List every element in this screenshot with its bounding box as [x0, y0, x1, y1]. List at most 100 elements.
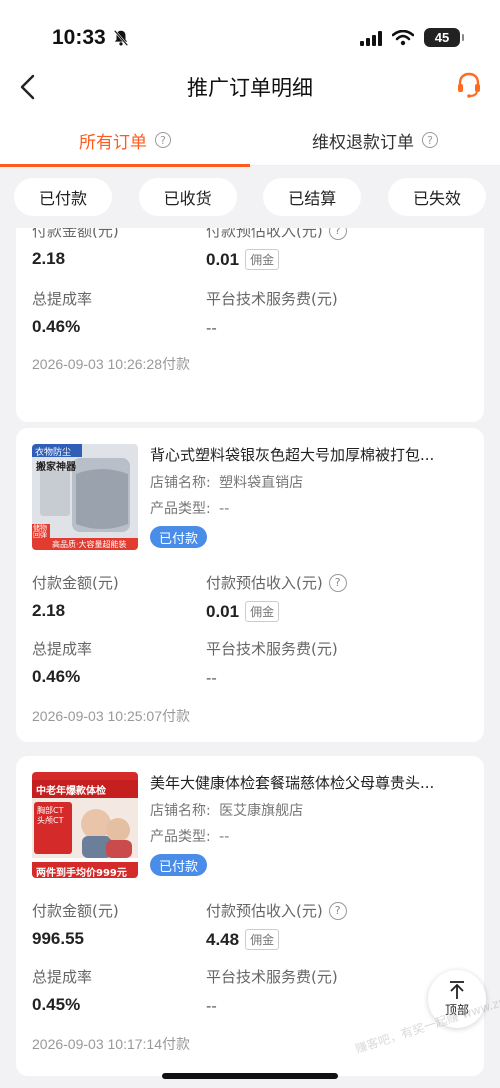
service-fee-label: 平台技术服务费(元): [206, 290, 338, 308]
customer-service-icon[interactable]: [454, 70, 484, 100]
battery-icon: 45: [424, 28, 464, 47]
service-fee-field: 平台技术服务费(元) --: [206, 638, 338, 687]
order-timestamp: 2026-09-03 10:26:28付款: [32, 356, 190, 372]
tab-label: 维权退款订单: [312, 132, 414, 153]
type-label: 产品类型:: [150, 829, 211, 845]
est-income-value: 4.48 佣金: [206, 929, 347, 950]
service-fee-value: --: [206, 319, 217, 337]
status-badge: 已付款: [150, 526, 208, 548]
image-caption-side: 储物 回弹: [33, 524, 47, 539]
image-caption-bottom: 两件到手均价999元: [36, 868, 127, 878]
commission-rate-label: 总提成率: [32, 290, 93, 308]
order-timestamp: 2026-09-03 10:17:14付款: [32, 1036, 190, 1052]
est-income-value: 0.01 佣金: [206, 601, 347, 622]
page-title: 推广订单明细: [187, 76, 313, 100]
type-value: --: [219, 829, 230, 845]
help-icon[interactable]: ?: [328, 228, 347, 240]
order-list[interactable]: 付款金额(元) 2.18 付款预估收入(元) ? 0.01 佣金 总提成率 0.…: [0, 228, 500, 1088]
wifi-icon: [392, 29, 414, 45]
service-fee-field: 平台技术服务费(元) --: [206, 288, 338, 337]
image-caption-items: 胸部CT 头颅CT: [37, 806, 64, 825]
product-title[interactable]: 美年大健康体检套餐瑞慈体检父母尊贵头...: [150, 772, 470, 793]
product-type: 产品类型: --: [150, 498, 229, 518]
help-icon[interactable]: ?: [328, 901, 347, 920]
est-income-field: 付款预估收入(元) ? 4.48 佣金: [206, 900, 347, 950]
commission-rate-value: 0.46%: [32, 667, 81, 686]
filter-paid[interactable]: 已付款: [14, 178, 112, 216]
shop-label: 店铺名称:: [150, 475, 211, 491]
service-fee-label: 平台技术服务费(元): [206, 968, 338, 986]
pay-amount-value: 2.18: [32, 249, 66, 268]
pay-amount-field: 付款金额(元) 996.55: [32, 900, 119, 949]
est-income-label-text: 付款预估收入(元): [206, 228, 323, 240]
est-income-value: 0.01 佣金: [206, 249, 347, 270]
commission-rate-value: 0.46%: [32, 317, 81, 336]
commission-tag: 佣金: [245, 601, 280, 622]
nav-bar: 推广订单明细: [0, 62, 500, 114]
shop-value: 塑料袋直销店: [219, 475, 304, 491]
est-income-label: 付款预估收入(元) ?: [206, 572, 347, 593]
pay-amount-label: 付款金额(元): [32, 228, 119, 240]
est-income-field: 付款预估收入(元) ? 0.01 佣金: [206, 228, 347, 270]
image-caption-top: 衣物防尘: [35, 448, 72, 458]
service-fee-value: --: [206, 997, 217, 1015]
est-income-amount: 0.01: [206, 601, 240, 621]
est-income-label: 付款预估收入(元) ?: [206, 900, 347, 921]
filter-invalid[interactable]: 已失效: [387, 178, 486, 216]
commission-rate-field: 总提成率 0.46%: [32, 288, 92, 337]
commission-rate-label: 总提成率: [32, 968, 93, 986]
product-image[interactable]: 衣物防尘 搬家神器 储物 回弹 高品质·大容量超能装: [32, 444, 138, 550]
bell-muted-icon: [113, 30, 129, 46]
commission-rate-field: 总提成率 0.45%: [32, 966, 92, 1015]
order-tabs: 所有订单 ? 维权退款订单 ?: [0, 114, 500, 167]
product-title[interactable]: 背心式塑料袋银灰色超大号加厚棉被打包...: [150, 444, 470, 465]
product-image[interactable]: 中老年爆款体检 胸部CT 头颅CT 两件到手均价999元: [32, 772, 138, 878]
service-fee-field: 平台技术服务费(元) --: [206, 966, 338, 1015]
status-bar: 10:33 45: [0, 0, 500, 62]
help-icon[interactable]: ?: [155, 132, 171, 148]
status-indicators: 45: [360, 28, 464, 47]
est-income-field: 付款预估收入(元) ? 0.01 佣金: [206, 572, 347, 622]
signal-icon: [360, 30, 382, 46]
help-icon[interactable]: ?: [422, 132, 438, 148]
pay-amount-value: 2.18: [32, 601, 66, 620]
pay-amount-label: 付款金额(元): [32, 574, 119, 592]
est-income-label-text: 付款预估收入(元): [206, 902, 323, 920]
tab-refund-orders[interactable]: 维权退款订单 ?: [250, 114, 500, 166]
shop-value: 医艾康旗舰店: [219, 803, 304, 819]
pay-amount-field: 付款金额(元) 2.18: [32, 228, 119, 269]
tab-all-orders[interactable]: 所有订单 ?: [0, 114, 250, 167]
commission-tag: 佣金: [245, 249, 280, 270]
arrow-up-icon: [450, 981, 464, 999]
commission-rate-value: 0.45%: [32, 995, 81, 1014]
pay-amount-label: 付款金额(元): [32, 902, 119, 920]
home-indicator[interactable]: [162, 1073, 338, 1079]
shop-label: 店铺名称:: [150, 803, 211, 819]
status-time: 10:33: [52, 26, 106, 49]
order-card[interactable]: 付款金额(元) 2.18 付款预估收入(元) ? 0.01 佣金 总提成率 0.…: [16, 228, 484, 422]
est-income-label: 付款预估收入(元) ?: [206, 228, 347, 241]
product-type: 产品类型: --: [150, 826, 229, 846]
service-fee-label: 平台技术服务费(元): [206, 640, 338, 658]
filter-received[interactable]: 已收货: [138, 178, 237, 216]
pay-amount-field: 付款金额(元) 2.18: [32, 572, 119, 621]
help-icon[interactable]: ?: [328, 573, 347, 592]
est-income-amount: 0.01: [206, 249, 240, 269]
pay-amount-value: 996.55: [32, 929, 84, 948]
status-filter-row: 已付款 已收货 已结算 已失效: [0, 166, 500, 228]
image-caption-sub: 搬家神器: [36, 462, 76, 473]
commission-rate-field: 总提成率 0.46%: [32, 638, 92, 687]
image-caption-top: 中老年爆款体检: [36, 786, 106, 797]
order-timestamp: 2026-09-03 10:25:07付款: [32, 708, 190, 724]
type-label: 产品类型:: [150, 501, 211, 517]
type-value: --: [219, 501, 230, 517]
commission-rate-label: 总提成率: [32, 640, 93, 658]
tab-label: 所有订单: [79, 132, 147, 153]
shop-name: 店铺名称: 塑料袋直销店: [150, 472, 303, 492]
filter-settled[interactable]: 已结算: [263, 178, 362, 216]
image-caption-bottom: 高品质·大容量超能装: [52, 540, 127, 549]
service-fee-value: --: [206, 669, 217, 687]
shop-name: 店铺名称: 医艾康旗舰店: [150, 800, 303, 820]
est-income-amount: 4.48: [206, 929, 240, 949]
order-card[interactable]: 衣物防尘 搬家神器 储物 回弹 高品质·大容量超能装 背心式塑料袋银灰色超大号加…: [16, 428, 484, 742]
